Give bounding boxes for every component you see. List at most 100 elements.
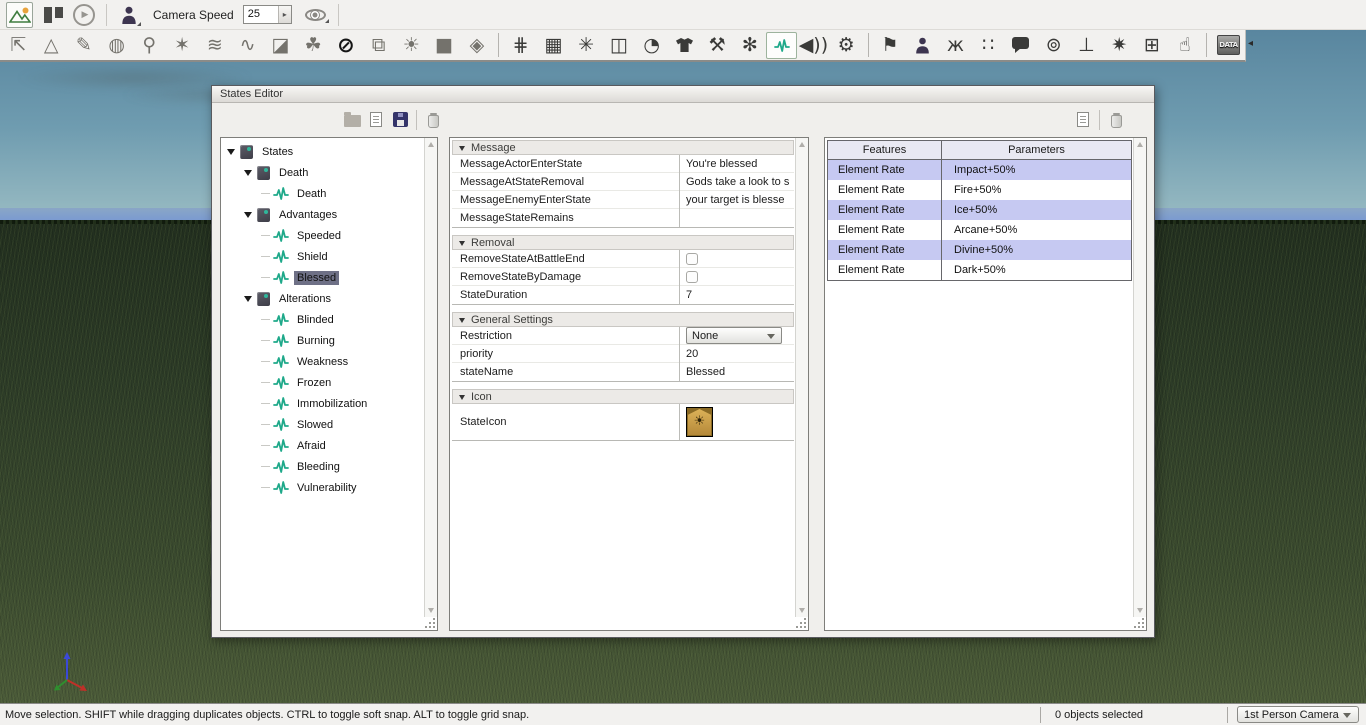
- calendar-icon[interactable]: ⊞: [1136, 30, 1169, 60]
- like-icon[interactable]: ☝: [1168, 30, 1201, 60]
- camera-speed-stepper[interactable]: 25 ▸: [243, 5, 292, 24]
- expander-icon[interactable]: [227, 149, 235, 155]
- document-button-right[interactable]: [1071, 108, 1095, 132]
- features-column-header[interactable]: Features: [828, 141, 942, 159]
- terrain-cut-icon[interactable]: ◪: [264, 30, 297, 60]
- bug-icon[interactable]: ж: [939, 30, 972, 60]
- tree-item-states[interactable]: States: [221, 141, 423, 162]
- property-value[interactable]: You're blessed: [679, 155, 794, 172]
- tree-item-immobilization[interactable]: Immobilization: [221, 393, 423, 414]
- scene-logo-icon[interactable]: [6, 2, 33, 28]
- tree-item-vulnerability[interactable]: Vulnerability: [221, 477, 423, 498]
- tree-item-blinded[interactable]: Blinded: [221, 309, 423, 330]
- eye-icon[interactable]: [305, 8, 327, 22]
- cube-icon[interactable]: ■: [428, 30, 461, 60]
- states-pulse-icon[interactable]: [766, 32, 797, 59]
- compass-icon[interactable]: ⊘: [330, 30, 363, 60]
- document-button[interactable]: [364, 108, 388, 132]
- layout-blocks-icon[interactable]: [44, 7, 63, 23]
- property-value[interactable]: [679, 268, 794, 285]
- tree-item-alterations[interactable]: Alterations: [221, 288, 423, 309]
- expander-icon[interactable]: [244, 212, 252, 218]
- section-header-icon[interactable]: Icon: [452, 389, 794, 404]
- section-header-removal[interactable]: Removal: [452, 235, 794, 250]
- open-button[interactable]: [340, 108, 364, 132]
- star-effect-icon[interactable]: ✶: [166, 30, 199, 60]
- camera-stand-icon[interactable]: ⚲: [133, 30, 166, 60]
- region-select-icon[interactable]: ⧉: [362, 30, 395, 60]
- tree-item-shield[interactable]: Shield: [221, 246, 423, 267]
- section-header-general-settings[interactable]: General Settings: [452, 312, 794, 327]
- gizmo-icon[interactable]: ⇱: [2, 30, 35, 60]
- scroll-up-arrow[interactable]: [428, 142, 434, 147]
- data-icon[interactable]: DATA: [1212, 30, 1245, 60]
- state-icon-button[interactable]: ☀: [686, 407, 713, 437]
- feature-row[interactable]: Element RateDivine+50%: [828, 240, 1131, 260]
- expander-icon[interactable]: [244, 170, 252, 176]
- toolbar-collapse-arrow[interactable]: ◂: [1248, 38, 1253, 49]
- sound-icon[interactable]: ◀)): [797, 30, 830, 60]
- vertical-scrollbar[interactable]: [1133, 138, 1146, 617]
- tree-item-speeded[interactable]: Speeded: [221, 225, 423, 246]
- tree-item-blessed[interactable]: Blessed: [221, 267, 423, 288]
- resize-grip[interactable]: [425, 618, 436, 629]
- tree-item-slowed[interactable]: Slowed: [221, 414, 423, 435]
- delete-button[interactable]: [421, 108, 445, 132]
- section-header-message[interactable]: Message: [452, 140, 794, 155]
- resize-grip[interactable]: [1134, 618, 1145, 629]
- property-value[interactable]: ☀: [679, 404, 794, 440]
- vegetation-icon[interactable]: ☘: [297, 30, 330, 60]
- property-value[interactable]: Gods take a look to s: [679, 173, 794, 190]
- property-value[interactable]: 20: [679, 345, 794, 362]
- property-value[interactable]: [679, 250, 794, 267]
- timer-icon[interactable]: ◔: [635, 30, 668, 60]
- tree-item-death[interactable]: Death: [221, 162, 423, 183]
- sliders-icon[interactable]: ⋕: [504, 30, 537, 60]
- globe-icon[interactable]: ◍: [100, 30, 133, 60]
- pin-icon[interactable]: ⚑: [874, 30, 907, 60]
- RemoveStateAtBattleEnd-checkbox[interactable]: [686, 253, 698, 265]
- water-icon[interactable]: ≋: [199, 30, 232, 60]
- message-bubble-icon[interactable]: [1005, 30, 1038, 60]
- weapons-icon[interactable]: ⚒: [701, 30, 734, 60]
- property-value[interactable]: None: [679, 327, 794, 344]
- restriction-dropdown[interactable]: None: [686, 327, 782, 344]
- camera-mode-dropdown[interactable]: 1st Person Camera: [1237, 706, 1359, 723]
- skill-wheel-icon[interactable]: ✳: [570, 30, 603, 60]
- feature-row[interactable]: Element RateArcane+50%: [828, 220, 1131, 240]
- save-button[interactable]: [388, 108, 412, 132]
- tree-item-bleeding[interactable]: Bleeding: [221, 456, 423, 477]
- scroll-up-arrow[interactable]: [1137, 142, 1143, 147]
- property-value[interactable]: Blessed: [679, 363, 794, 381]
- resize-grip[interactable]: [796, 618, 807, 629]
- sun-icon[interactable]: ☀: [395, 30, 428, 60]
- settings-gears-icon[interactable]: ⚙: [830, 30, 863, 60]
- feature-row[interactable]: Element RateFire+50%: [828, 180, 1131, 200]
- scroll-down-arrow[interactable]: [428, 608, 434, 613]
- window-title[interactable]: States Editor: [212, 86, 1154, 103]
- clothing-icon[interactable]: [668, 30, 701, 60]
- vertical-scrollbar[interactable]: [424, 138, 437, 617]
- property-value[interactable]: your target is blesse: [679, 191, 794, 208]
- tree-item-death[interactable]: Death: [221, 183, 423, 204]
- avatar-icon[interactable]: [119, 5, 139, 25]
- feature-row[interactable]: Element RateIce+50%: [828, 200, 1131, 220]
- book-icon[interactable]: ◫: [603, 30, 636, 60]
- tree-item-weakness[interactable]: Weakness: [221, 351, 423, 372]
- database-table-icon[interactable]: ▦: [537, 30, 570, 60]
- effects-wand-icon[interactable]: ✻: [734, 30, 767, 60]
- badge-icon[interactable]: ✷: [1103, 30, 1136, 60]
- brush-icon[interactable]: ✎: [68, 30, 101, 60]
- tree-item-advantages[interactable]: Advantages: [221, 204, 423, 225]
- scroll-down-arrow[interactable]: [799, 608, 805, 613]
- play-icon[interactable]: ▶: [73, 4, 95, 26]
- wireframe-box-icon[interactable]: ◈: [461, 30, 494, 60]
- tree-item-frozen[interactable]: Frozen: [221, 372, 423, 393]
- tree-item-burning[interactable]: Burning: [221, 330, 423, 351]
- anvil-icon[interactable]: ⊥: [1070, 30, 1103, 60]
- scroll-down-arrow[interactable]: [1137, 608, 1143, 613]
- road-icon[interactable]: ∿: [231, 30, 264, 60]
- camera-speed-input[interactable]: 25: [244, 6, 278, 23]
- character-icon[interactable]: [906, 30, 939, 60]
- expander-icon[interactable]: [244, 296, 252, 302]
